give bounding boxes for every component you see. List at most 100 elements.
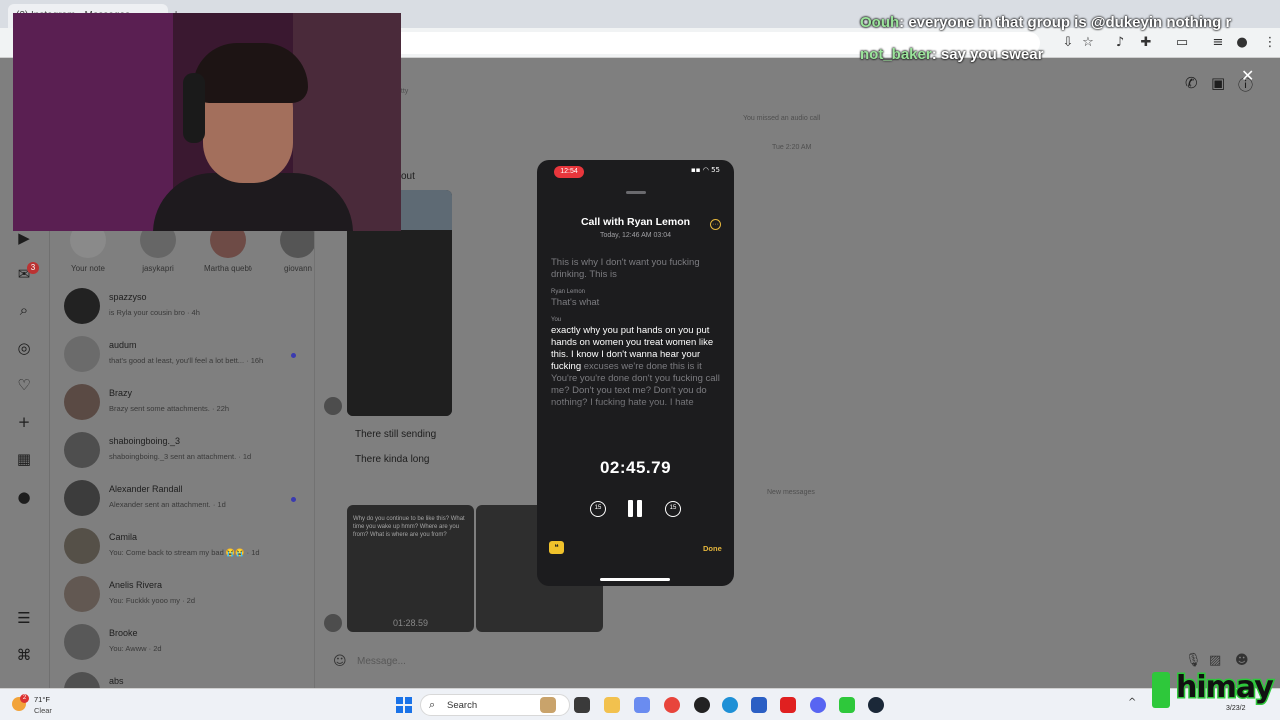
image-icon[interactable]: ▨ (1209, 653, 1221, 668)
more-menu-icon[interactable]: ⋮ (1262, 35, 1278, 51)
thread-item[interactable]: spazzyso is Ryla your cousin bro · 4h (62, 284, 312, 332)
file-explorer-icon[interactable] (604, 697, 620, 713)
transcript-line: This is why I don't want you fucking dri… (551, 257, 700, 280)
sender-avatar (324, 397, 342, 415)
missed-call-notice: You missed an audio call (743, 115, 821, 122)
tray-chevron-icon[interactable]: ^ (1128, 697, 1136, 708)
sender-avatar (324, 614, 342, 632)
threads-icon[interactable]: ⌘ (14, 645, 34, 665)
thread-name: abs (109, 676, 124, 686)
chat-text: say you swear (940, 46, 1044, 63)
avatar (64, 576, 100, 612)
video-call-icon[interactable]: ▣ (1211, 74, 1225, 92)
task-view-icon[interactable] (574, 697, 590, 713)
note-name: Your note (71, 264, 105, 273)
microphone-icon[interactable]: 🎙 (1185, 653, 1202, 668)
screen-icon[interactable]: ▭ (1174, 35, 1190, 51)
more-menu-icon[interactable]: ☰ (14, 608, 34, 628)
conversation-panel: ✆ ▣ ⓘ atty You missed an audio call Tue … (315, 58, 1280, 688)
video-attachment[interactable]: Why do you continue to be like this? Wha… (347, 505, 474, 632)
transcript-speaker: Ryan Lemon (551, 289, 586, 295)
message-composer: ☺ Message... 🎙 ▨ ☻ (325, 650, 1265, 674)
thread-name: Brazy (109, 388, 133, 398)
message-input[interactable]: Message... (357, 656, 406, 667)
windows-taskbar: 2 71°F Clear ⌕ Search ^ 3/23/2 (0, 688, 1280, 720)
reels-icon[interactable]: ▶ (14, 228, 34, 248)
green-app-icon[interactable] (839, 697, 855, 713)
discord-icon[interactable] (810, 697, 826, 713)
thread-item[interactable]: Brooke You: Awww · 2d (62, 620, 312, 668)
thread-preview: is Ryla your cousin bro · 4h (109, 308, 200, 317)
notifications-heart-icon[interactable]: ♡ (14, 375, 34, 395)
avatar (64, 624, 100, 660)
edge-icon[interactable] (722, 697, 738, 713)
transcript-toggle-icon[interactable]: ❝ (549, 541, 564, 554)
thread-preview: Alexander sent an attachment. · 1d (109, 500, 226, 509)
install-icon[interactable]: ⇩ (1060, 35, 1076, 51)
thread-name: Alexander Randall (109, 484, 183, 494)
pause-button[interactable] (628, 500, 642, 517)
thread-item[interactable]: abs (62, 668, 312, 688)
thread-preview: You: Awww · 2d (109, 644, 162, 653)
thread-list: spazzyso is Ryla your cousin bro · 4h aud… (62, 284, 312, 688)
avatar (64, 384, 100, 420)
chrome-icon[interactable] (664, 697, 680, 713)
logo-text: himay (1175, 669, 1276, 707)
playback-timer: 02:45.79 (599, 458, 672, 477)
emoji-icon[interactable]: ☺ (333, 654, 347, 669)
thread-name: Brooke (109, 628, 138, 638)
done-button[interactable]: Done (703, 544, 722, 553)
copilot-icon[interactable] (634, 697, 650, 713)
thread-item[interactable]: Brazy Brazy sent some attachments. · 22h (62, 380, 312, 428)
thread-item[interactable]: Alexander Randall Alexander sent an attac… (62, 476, 312, 524)
streamer-logo: himay (1150, 668, 1276, 712)
sticker-icon[interactable]: ☻ (1235, 653, 1249, 668)
avatar (64, 480, 100, 516)
thread-item[interactable]: shaboingboing._3 shaboingboing._3 sent an… (62, 428, 312, 476)
store-icon[interactable] (751, 697, 767, 713)
thread-item[interactable]: Anelis Rivera You: Fuckkk yooo my · 2d (62, 572, 312, 620)
sheet-grabber[interactable] (626, 191, 646, 194)
search-icon[interactable]: ⌕ (14, 300, 34, 320)
weather-condition: Clear (34, 706, 52, 715)
menu-list-icon[interactable]: ≡ (1210, 35, 1226, 51)
new-messages-divider: New messages (767, 489, 815, 496)
unread-dot (291, 497, 296, 502)
call-subtitle: Today, 12:46 AM 03:04 (599, 232, 672, 239)
avatar (64, 288, 100, 324)
youtube-icon[interactable] (780, 697, 796, 713)
note-name: jasykapri (142, 264, 174, 273)
thread-preview: shaboingboing._3 sent an attachment. · 1… (109, 452, 252, 461)
windows-start-icon[interactable] (396, 697, 412, 713)
close-icon[interactable]: ✕ (1241, 66, 1254, 85)
obs-icon[interactable] (694, 697, 710, 713)
profile-icon[interactable]: ● (1234, 35, 1250, 51)
message-text: There kinda long (355, 454, 430, 465)
thread-item[interactable]: audum that's good at least, you'll feel a… (62, 332, 312, 380)
more-options-icon[interactable]: ··· (710, 219, 721, 230)
create-plus-icon[interactable]: + (14, 412, 34, 432)
phone-call-icon[interactable]: ✆ (1185, 74, 1198, 92)
thread-name: Anelis Rivera (109, 580, 163, 590)
steam-icon[interactable] (868, 697, 884, 713)
thread-name: audum (109, 340, 137, 350)
extensions-icon[interactable]: ✚ (1138, 35, 1154, 51)
note-name: giovann (283, 264, 313, 273)
audio-icon[interactable]: ♪ (1112, 35, 1128, 51)
avatar (64, 528, 100, 564)
video-preview-text: Why do you continue to be like this? Wha… (353, 516, 465, 538)
status-time: 12:54 (554, 166, 584, 178)
bookmark-star-icon[interactable]: ☆ (1080, 35, 1096, 51)
explore-icon[interactable]: ◎ (14, 338, 34, 358)
thread-preview: You: Come back to stream my bad 😭😭 · 1d (109, 548, 260, 557)
skip-forward-15-button[interactable]: 15 (665, 501, 681, 517)
phone-status-bar: 12:54 ▪▪ ◠ 55 (537, 166, 734, 178)
thread-item[interactable]: Camila You: Come back to stream my bad 😭😭… (62, 524, 312, 572)
message-text: There still sending (355, 429, 437, 440)
avatar (64, 672, 100, 688)
dashboard-icon[interactable]: ▦ (14, 449, 34, 469)
note-name: Martha quebtone (204, 264, 252, 273)
profile-avatar-icon[interactable]: ● (14, 487, 34, 507)
pencil-app-icon[interactable] (540, 697, 556, 713)
skip-back-15-button[interactable]: 15 (590, 501, 606, 517)
